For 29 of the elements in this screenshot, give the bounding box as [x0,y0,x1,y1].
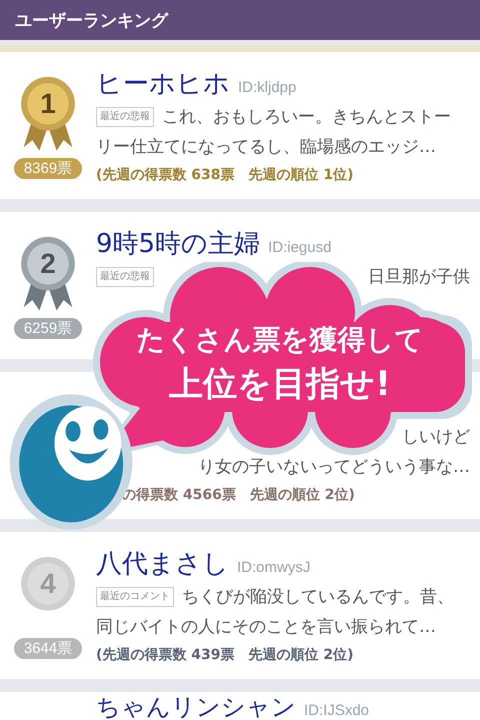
bubble-caption: たくさん票を獲得して [136,322,424,358]
user-name: ヒーホヒホ [96,68,230,100]
last-week-stats: (先週の得票数 439票 先週の順位 2位) [96,646,355,665]
comment-tag: 最近の悲報 [96,267,154,287]
user-id: ID:iegusd [268,239,332,256]
comment-text: リー仕立てになってるし、臨場感のエッジ… [96,136,436,159]
vote-count-badge: 6259票 [14,318,82,339]
comment-text: 日旦那が子供 [368,266,470,289]
bubble-caption: 上位を目指せ! [169,363,391,406]
vote-count-badge: 8369票 [14,158,82,179]
vote-count-badge: 3644票 [14,638,82,659]
user-id: ID:IJSxdo [304,702,370,719]
comment-text: これ、おもしろいー。きちんとストー [162,106,451,129]
comment-text: しいけど [402,426,470,449]
comment-tag: 最近のコメント [96,587,174,607]
rank-number: 2 [39,248,57,280]
rank-number: 1 [39,88,57,120]
user-name: 八代まさし [96,548,229,580]
header-title: ユーザーランキング [15,10,168,32]
user-name: ちゃんリンシャン [96,694,296,720]
last-week-stats: (先週の得票数 638票 先週の順位 1位) [96,166,355,185]
comment-tag: 最近の悲報 [96,107,154,127]
comment-text: 同じバイトの人にそのことを言い振られて… [96,616,436,639]
user-id: ID:kljdpp [238,79,296,96]
user-id: ID:omwysJ [237,559,310,576]
comment-text: ちくびが陥没しているんです。昔、 [182,586,454,609]
comment-text: り女の子いないってどういう事な… [198,456,470,479]
user-name: 9時5時の主婦 [96,228,260,260]
rank-number: 4 [39,568,57,600]
